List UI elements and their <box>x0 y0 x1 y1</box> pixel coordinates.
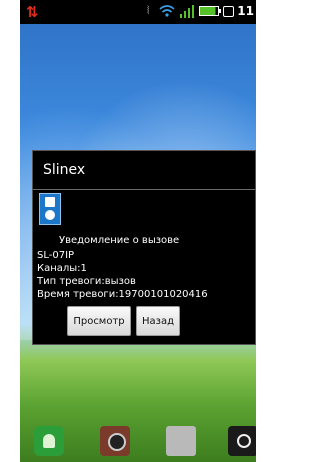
dialog-heading: Уведомление о вызове <box>59 235 180 246</box>
alarm-icon <box>223 5 234 17</box>
dialog-title: Slinex <box>43 162 86 178</box>
status-bar: ⇅ ⦚ 11 <box>20 0 256 24</box>
dialog-divider <box>33 189 255 190</box>
record-icon[interactable] <box>228 426 256 456</box>
wifi-icon <box>159 5 175 17</box>
signal-icon <box>180 5 194 18</box>
back-button[interactable]: Назад <box>136 306 180 336</box>
box-icon[interactable] <box>166 426 196 456</box>
sync-arrows-icon: ⇅ <box>26 3 38 21</box>
dock <box>20 420 256 462</box>
vibrate-icon: ⦚ <box>147 4 150 17</box>
phone-icon[interactable] <box>34 426 64 456</box>
phone-screen: ⇅ ⦚ 11 Slinex Уведомление о вызове SL-07… <box>20 0 256 462</box>
view-button[interactable]: Просмотр <box>67 306 131 336</box>
alarm-type-text: Тип тревоги:вызов <box>37 276 136 287</box>
camera-icon[interactable] <box>100 426 130 456</box>
device-name: SL-07IP <box>37 250 75 261</box>
status-icons: ⦚ <box>147 4 234 18</box>
intercom-app-icon <box>39 193 61 225</box>
battery-icon <box>199 6 221 16</box>
channels-text: Каналы:1 <box>37 263 87 274</box>
status-time: 11 <box>237 4 254 18</box>
alert-dialog: Slinex Уведомление о вызове SL-07IP Кана… <box>32 150 256 345</box>
alarm-time-text: Время тревоги:19700101020416 <box>37 289 208 300</box>
